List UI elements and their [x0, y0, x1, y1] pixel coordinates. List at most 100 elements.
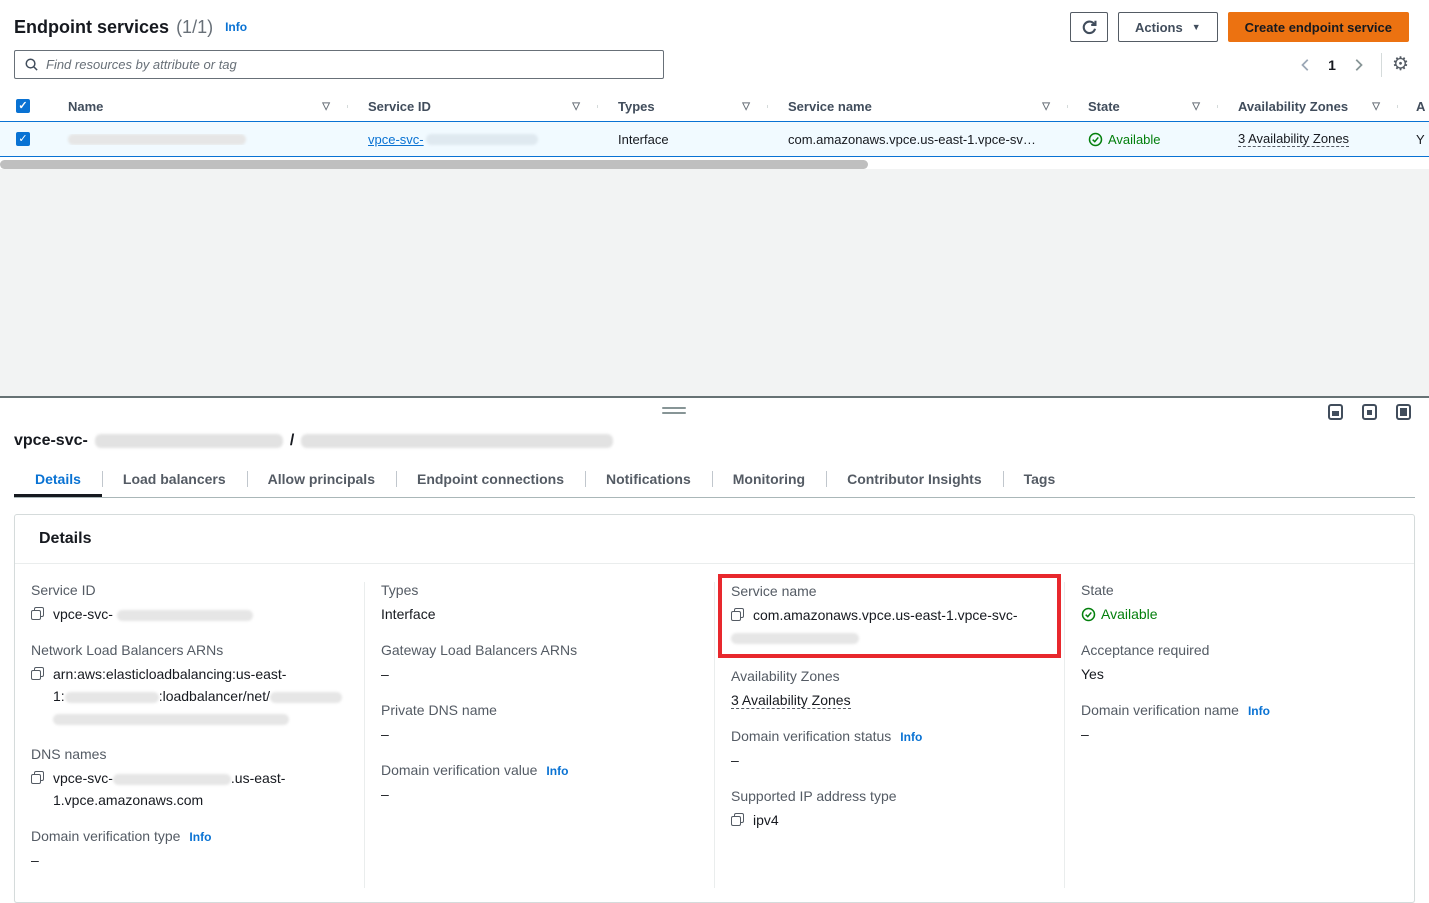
- copy-icon[interactable]: [731, 813, 744, 826]
- details-column-2: Types Interface Gateway Load Balancers A…: [364, 582, 714, 888]
- tab-load-balancers[interactable]: Load balancers: [102, 462, 247, 497]
- dns-prefix: vpce-svc-: [53, 770, 113, 786]
- availability-zones-link[interactable]: 3 Availability Zones: [731, 692, 851, 709]
- column-filter-icon[interactable]: ▽: [322, 101, 336, 112]
- column-label: A: [1416, 99, 1425, 114]
- column-header-name[interactable]: Name ▽: [48, 99, 348, 114]
- tab-monitoring[interactable]: Monitoring: [712, 462, 826, 497]
- availability-zones-link[interactable]: 3 Availability Zones: [1238, 131, 1349, 147]
- status-badge: Available: [1081, 603, 1398, 625]
- details-card-body: Service ID vpce-svc- Network Load Balanc…: [15, 564, 1414, 902]
- endpoint-services-list-section: Endpoint services (1/1) Info Actions ▼ C…: [0, 0, 1429, 169]
- column-label: Service ID: [368, 99, 431, 114]
- service-id-link[interactable]: vpce-svc-: [368, 132, 538, 147]
- column-label: Types: [618, 99, 655, 114]
- tab-notifications[interactable]: Notifications: [585, 462, 712, 497]
- field-domain-verification-name: Domain verification name Info –: [1081, 702, 1398, 745]
- field-label: Service ID: [31, 582, 96, 598]
- list-toolbar: 1 ⚙: [0, 46, 1429, 91]
- select-all-checkbox[interactable]: ✓: [16, 99, 30, 113]
- info-link[interactable]: Info: [189, 830, 211, 844]
- service-id-prefix: vpce-svc-: [53, 606, 113, 622]
- info-link[interactable]: Info: [1248, 704, 1270, 718]
- copy-icon[interactable]: [31, 667, 44, 680]
- field-acceptance-required: Acceptance required Yes: [1081, 642, 1398, 685]
- check-circle-icon: [1088, 132, 1103, 147]
- tab-allow-principals[interactable]: Allow principals: [247, 462, 396, 497]
- column-header-state[interactable]: State ▽: [1068, 99, 1218, 114]
- field-label: Network Load Balancers ARNs: [31, 642, 223, 658]
- panel-title-separator: /: [290, 432, 294, 450]
- details-column-1: Service ID vpce-svc- Network Load Balanc…: [15, 582, 364, 888]
- field-service-name: Service name com.amazonaws.vpce.us-east-…: [731, 583, 1048, 648]
- column-label: Service name: [788, 99, 872, 114]
- copy-icon[interactable]: [731, 608, 744, 621]
- arn-line1: arn:aws:elasticloadbalancing:us-east-: [53, 666, 286, 682]
- row-checkbox[interactable]: ✓: [16, 132, 30, 146]
- field-value: –: [381, 723, 698, 745]
- field-value: –: [31, 849, 348, 871]
- preferences-gear-button[interactable]: ⚙: [1392, 55, 1409, 74]
- column-filter-icon[interactable]: ▽: [1042, 101, 1056, 112]
- field-domain-verification-value: Domain verification value Info –: [381, 762, 698, 805]
- search-box[interactable]: [14, 50, 664, 79]
- tab-endpoint-connections[interactable]: Endpoint connections: [396, 462, 585, 497]
- field-value: –: [381, 663, 698, 685]
- list-header: Endpoint services (1/1) Info Actions ▼ C…: [0, 0, 1429, 46]
- row-types-cell: Interface: [598, 132, 768, 147]
- actions-button[interactable]: Actions ▼: [1118, 12, 1218, 42]
- panel-size-medium-icon[interactable]: [1362, 404, 1377, 420]
- previous-page-button[interactable]: [1293, 56, 1319, 74]
- field-service-id: Service ID vpce-svc-: [31, 582, 348, 625]
- tab-tags[interactable]: Tags: [1003, 462, 1077, 497]
- table-row[interactable]: ✓ vpce-svc- Interface com.amazonaws.vpce…: [0, 121, 1429, 157]
- copy-icon[interactable]: [31, 771, 44, 784]
- panel-tabs: Details Load balancers Allow principals …: [14, 462, 1415, 498]
- redacted-arn-line3: [53, 714, 289, 725]
- panel-drag-handle[interactable]: [662, 407, 686, 417]
- redacted-service-id: [426, 134, 538, 145]
- page-title: Endpoint services: [14, 17, 169, 38]
- split-panel-top-bar: [14, 398, 1415, 426]
- details-column-3: Service name com.amazonaws.vpce.us-east-…: [714, 582, 1064, 888]
- create-endpoint-service-button[interactable]: Create endpoint service: [1228, 12, 1409, 42]
- column-filter-icon[interactable]: ▽: [742, 101, 756, 112]
- row-name-cell: [48, 134, 348, 145]
- search-input[interactable]: [46, 57, 654, 72]
- panel-size-large-icon[interactable]: [1396, 404, 1411, 420]
- field-domain-verification-type: Domain verification type Info –: [31, 828, 348, 871]
- column-header-types[interactable]: Types ▽: [598, 99, 768, 114]
- row-checkbox-cell: ✓: [0, 132, 48, 146]
- column-header-service-name[interactable]: Service name ▽: [768, 99, 1068, 114]
- field-label: DNS names: [31, 746, 106, 762]
- horizontal-scrollbar-thumb[interactable]: [0, 160, 868, 169]
- field-label: Types: [381, 582, 418, 598]
- refresh-button[interactable]: [1070, 12, 1108, 42]
- details-column-4: State Available Accept: [1064, 582, 1414, 888]
- column-filter-icon[interactable]: ▽: [1192, 101, 1206, 112]
- info-link[interactable]: Info: [546, 764, 568, 778]
- field-label: Domain verification value: [381, 762, 537, 778]
- column-header-acceptance-clipped[interactable]: A: [1398, 99, 1429, 114]
- column-label: Availability Zones: [1238, 99, 1348, 114]
- column-filter-icon[interactable]: ▽: [1372, 101, 1386, 112]
- next-page-button[interactable]: [1345, 56, 1371, 74]
- field-label: Acceptance required: [1081, 642, 1209, 658]
- field-label: Availability Zones: [731, 668, 840, 684]
- column-header-service-id[interactable]: Service ID ▽: [348, 99, 598, 114]
- info-link[interactable]: Info: [900, 730, 922, 744]
- redacted-service-name: [301, 434, 613, 448]
- current-page[interactable]: 1: [1319, 57, 1345, 73]
- refresh-icon: [1081, 19, 1098, 36]
- column-filter-icon[interactable]: ▽: [572, 101, 586, 112]
- field-value: –: [381, 783, 698, 805]
- field-value: vpce-svc-.us-east- 1.vpce.amazonaws.com: [53, 767, 285, 811]
- tab-contributor-insights[interactable]: Contributor Insights: [826, 462, 1003, 497]
- column-header-availability-zones[interactable]: Availability Zones ▽: [1218, 99, 1398, 114]
- panel-size-small-icon[interactable]: [1328, 404, 1343, 420]
- tab-details[interactable]: Details: [14, 462, 102, 497]
- column-label: Name: [68, 99, 103, 114]
- copy-icon[interactable]: [31, 607, 44, 620]
- pagination: 1 ⚙: [1293, 53, 1409, 77]
- page-info-link[interactable]: Info: [225, 20, 247, 34]
